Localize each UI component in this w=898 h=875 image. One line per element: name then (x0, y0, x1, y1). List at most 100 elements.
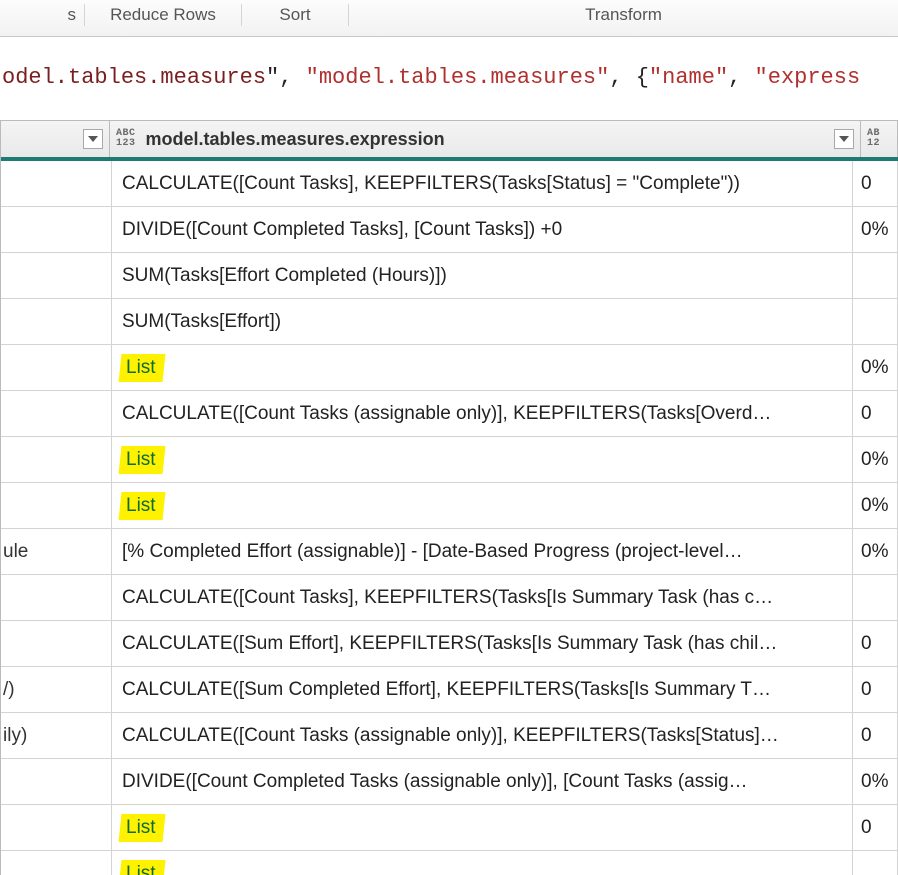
list-link[interactable]: List (122, 862, 162, 875)
cell-right[interactable]: 0% (853, 345, 898, 390)
table-row[interactable]: List 0% (1, 437, 898, 483)
ribbon: s Reduce Rows Sort Transform (0, 0, 898, 37)
list-link[interactable]: List (122, 356, 162, 380)
table-row[interactable]: List 0% (1, 345, 898, 391)
cell-right[interactable]: 0% (853, 529, 898, 574)
cell-left[interactable] (1, 391, 112, 436)
cell-expression[interactable]: CALCULATE([Count Tasks], KEEPFILTERS(Tas… (112, 161, 853, 206)
column-right-type-icon: AB 12 (867, 129, 880, 149)
cell-expression[interactable]: CALCULATE([Count Tasks (assignable only)… (112, 713, 853, 758)
table-row[interactable]: CALCULATE([Count Tasks (assignable only)… (1, 391, 898, 437)
formula-comma-1: , (279, 65, 305, 90)
formula-brace-open: { (636, 65, 649, 90)
list-link-text: List (126, 495, 156, 516)
cell-expression[interactable]: SUM(Tasks[Effort]) (112, 299, 853, 344)
table-row[interactable]: CALCULATE([Count Tasks], KEEPFILTERS(Tas… (1, 575, 898, 621)
type-123-text: 123 (116, 139, 136, 149)
cell-expression[interactable]: CALCULATE([Count Tasks], KEEPFILTERS(Tas… (112, 575, 853, 620)
ribbon-group-transform: Transform (349, 4, 898, 26)
formula-quote-1: " (266, 65, 279, 90)
cell-right[interactable] (853, 253, 898, 298)
cell-expression[interactable]: CALCULATE([Count Tasks (assignable only)… (112, 391, 853, 436)
cell-right[interactable] (853, 299, 898, 344)
table-row[interactable]: DIVIDE([Count Completed Tasks], [Count T… (1, 207, 898, 253)
formula-list-q1b: " (715, 65, 728, 90)
cell-expression[interactable]: [% Completed Effort (assignable)] - [Dat… (112, 529, 853, 574)
ribbon-group-sort: Sort (242, 4, 349, 26)
column-left-filter-button[interactable] (83, 129, 103, 149)
table-row[interactable]: SUM(Tasks[Effort Completed (Hours)]) (1, 253, 898, 299)
table-row[interactable]: ule[% Completed Effort (assignable)] - [… (1, 529, 898, 575)
cell-expression[interactable]: List (112, 805, 853, 850)
cell-left[interactable]: ule (1, 529, 112, 574)
cell-expression[interactable]: DIVIDE([Count Completed Tasks (assignabl… (112, 759, 853, 804)
formula-ident: odel.tables.measures (2, 65, 266, 90)
cell-right[interactable]: 0% (853, 437, 898, 482)
cell-left[interactable] (1, 759, 112, 804)
cell-right[interactable]: 0 (853, 805, 898, 850)
list-link[interactable]: List (122, 816, 162, 840)
cell-expression[interactable]: List (112, 345, 853, 390)
table-row[interactable]: CALCULATE([Count Tasks], KEEPFILTERS(Tas… (1, 161, 898, 207)
formula-list-q2a: " (755, 65, 768, 90)
column-type-any-icon: ABC 123 (116, 129, 136, 149)
table-row[interactable]: List 0% (1, 483, 898, 529)
cell-right[interactable]: 0 (853, 667, 898, 712)
table-row[interactable]: ily)CALCULATE([Count Tasks (assignable o… (1, 713, 898, 759)
formula-bar-area: odel.tables.measures", "model.tables.mea… (0, 37, 898, 120)
cell-expression[interactable]: CALCULATE([Sum Completed Effort], KEEPFI… (112, 667, 853, 712)
cell-left[interactable] (1, 345, 112, 390)
list-link[interactable]: List (122, 494, 162, 518)
table-row[interactable]: /)CALCULATE([Sum Completed Effort], KEEP… (1, 667, 898, 713)
cell-expression[interactable]: List (112, 851, 853, 875)
cell-left[interactable] (1, 253, 112, 298)
list-link[interactable]: List (122, 448, 162, 472)
type-right-bot: 12 (867, 139, 880, 149)
cell-right[interactable]: 0% (853, 483, 898, 528)
cell-left[interactable] (1, 437, 112, 482)
chevron-down-icon (88, 136, 98, 142)
table-row[interactable]: CALCULATE([Sum Effort], KEEPFILTERS(Task… (1, 621, 898, 667)
cell-right[interactable]: 0 (853, 621, 898, 666)
table-row[interactable]: List (1, 851, 898, 875)
formula-comma-3: , (728, 65, 754, 90)
cell-right[interactable]: 0% (853, 207, 898, 252)
cell-left[interactable] (1, 161, 112, 206)
list-link-text: List (126, 449, 156, 470)
cell-expression[interactable]: List (112, 483, 853, 528)
table-row[interactable]: SUM(Tasks[Effort]) (1, 299, 898, 345)
formula-string-arg: model.tables.measures (319, 65, 596, 90)
cell-expression[interactable]: SUM(Tasks[Effort Completed (Hours)]) (112, 253, 853, 298)
column-header-right[interactable]: AB 12 (861, 121, 898, 157)
cell-left[interactable] (1, 851, 112, 875)
chevron-down-icon (839, 136, 849, 142)
cell-left[interactable] (1, 299, 112, 344)
cell-left[interactable] (1, 483, 112, 528)
cell-left[interactable] (1, 207, 112, 252)
column-header-left[interactable] (1, 121, 110, 157)
cell-expression[interactable]: DIVIDE([Count Completed Tasks], [Count T… (112, 207, 853, 252)
cell-right[interactable]: 0% (853, 759, 898, 804)
table-row[interactable]: DIVIDE([Count Completed Tasks (assignabl… (1, 759, 898, 805)
cell-right[interactable] (853, 851, 898, 875)
cell-expression[interactable]: CALCULATE([Sum Effort], KEEPFILTERS(Task… (112, 621, 853, 666)
cell-expression[interactable]: List (112, 437, 853, 482)
cell-left[interactable] (1, 805, 112, 850)
cell-right[interactable]: 0 (853, 391, 898, 436)
ribbon-group-reduce: Reduce Rows (85, 4, 242, 26)
cell-right[interactable]: 0 (853, 713, 898, 758)
cell-left[interactable]: /) (1, 667, 112, 712)
formula-list-item2: express (768, 65, 860, 90)
data-grid[interactable]: ABC 123 model.tables.measures.expression… (0, 120, 898, 875)
cell-right[interactable] (853, 575, 898, 620)
cell-right[interactable]: 0 (853, 161, 898, 206)
column-expr-filter-button[interactable] (834, 129, 854, 149)
column-header-expression[interactable]: ABC 123 model.tables.measures.expression (110, 121, 861, 157)
formula-bar[interactable]: odel.tables.measures", "model.tables.mea… (0, 65, 898, 90)
ribbon-group-left: s (8, 4, 85, 26)
cell-left[interactable]: ily) (1, 713, 112, 758)
cell-left[interactable] (1, 575, 112, 620)
cell-left[interactable] (1, 621, 112, 666)
table-row[interactable]: List 0 (1, 805, 898, 851)
ribbon-group-transform-label: Transform (585, 5, 662, 25)
